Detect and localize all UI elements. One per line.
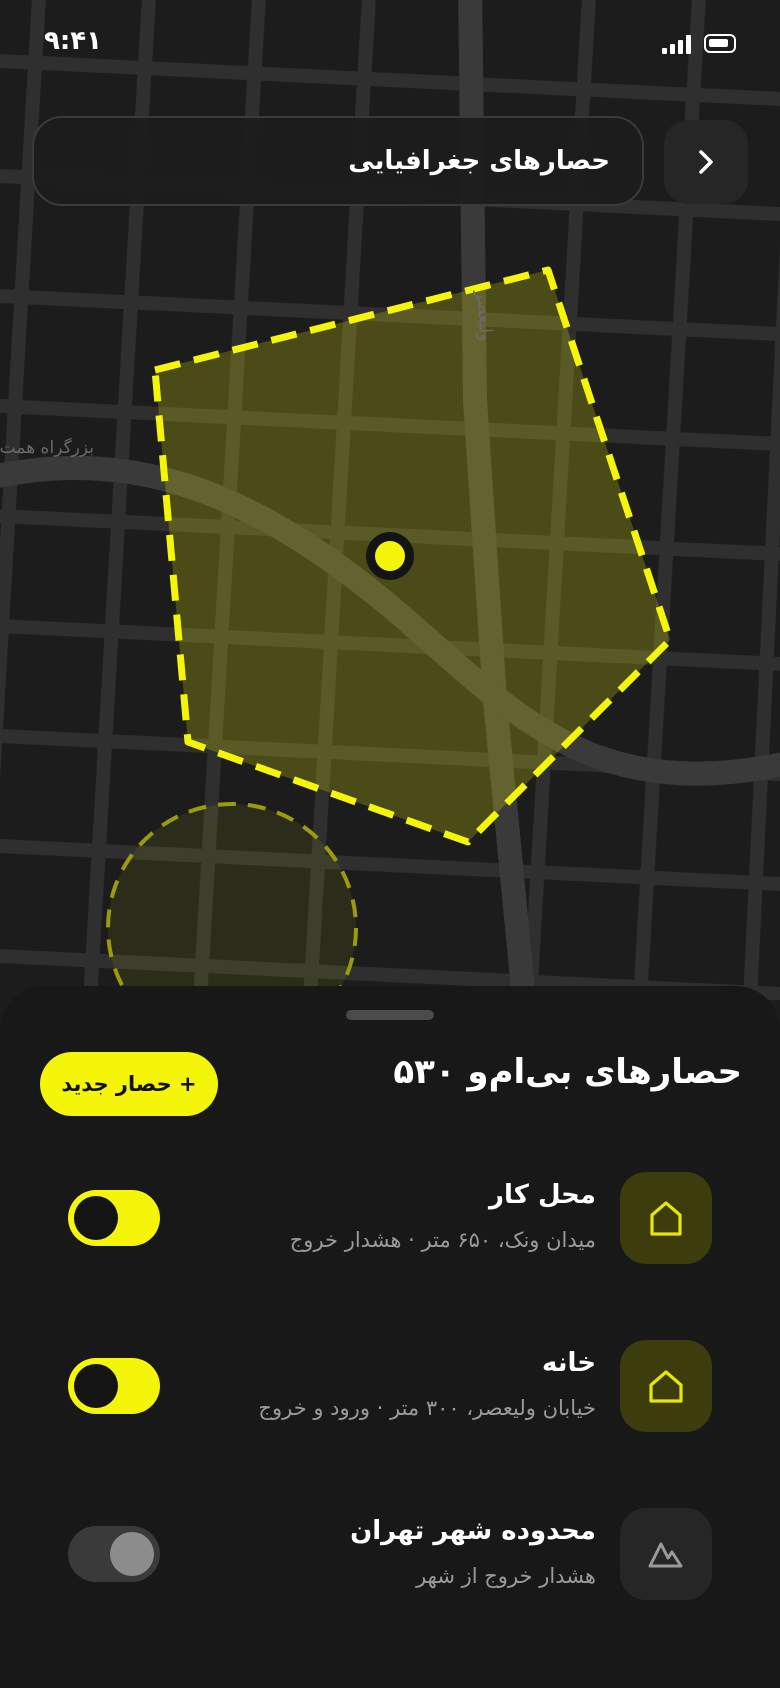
fence-icon-container <box>620 1172 712 1264</box>
sheet-title: حصارهای بی‌ام‌و ۵۳۰ <box>393 1052 742 1092</box>
fence-item-work[interactable]: محل کار میدان ونک، ۶۵۰ متر · هشدار خروج <box>0 1172 780 1272</box>
fence-name: محل کار <box>489 1180 596 1210</box>
fence-icon-container <box>620 1508 712 1600</box>
back-button[interactable] <box>664 120 748 204</box>
bottom-sheet: حصارهای بی‌ام‌و ۵۳۰ + حصار جدید محل کار … <box>0 986 780 1688</box>
fence-icon-container <box>620 1340 712 1432</box>
home-icon <box>650 1201 682 1236</box>
street-label-valiasr: ولیعصر <box>472 290 496 343</box>
fence-details: هشدار خروج از شهر <box>416 1564 596 1588</box>
header-bar: حصارهای جغرافیایی <box>32 116 644 206</box>
fence-details: خیابان ولیعصر، ۳۰۰ متر · ورود و خروج <box>258 1396 596 1420</box>
fence-toggle-home[interactable] <box>68 1358 160 1414</box>
fence-details: میدان ونک، ۶۵۰ متر · هشدار خروج <box>289 1228 596 1252</box>
fence-toggle-work[interactable] <box>68 1190 160 1246</box>
signal-icon <box>662 34 691 54</box>
fence-toggle-tehran[interactable] <box>68 1526 160 1582</box>
new-fence-button[interactable]: + حصار جدید <box>40 1052 218 1116</box>
fence-name: خانه <box>541 1348 596 1378</box>
sheet-drag-handle[interactable] <box>346 1010 434 1020</box>
mountain-icon <box>648 1542 683 1568</box>
fence-item-home[interactable]: خانه خیابان ولیعصر، ۳۰۰ متر · ورود و خرو… <box>0 1340 780 1440</box>
street-label-hemmat: بزرگراه همت <box>0 438 94 458</box>
battery-icon <box>704 34 736 53</box>
fence-name: محدوده شهر تهران <box>350 1516 596 1546</box>
page-title: حصارهای جغرافیایی <box>348 146 610 176</box>
status-bar: ۹:۴۱ <box>0 0 780 90</box>
screen: بزرگراه همت ولیعصر ۹:۴۱ حصارهای جغرافیای… <box>0 0 780 1688</box>
toggle-knob <box>74 1364 118 1408</box>
status-time: ۹:۴۱ <box>44 26 103 56</box>
toggle-knob <box>110 1532 154 1576</box>
chevron-right-icon <box>699 150 713 174</box>
fence-item-tehran[interactable]: محدوده شهر تهران هشدار خروج از شهر <box>0 1508 780 1608</box>
car-location-dot <box>375 541 405 571</box>
toggle-knob <box>74 1196 118 1240</box>
home-icon <box>649 1370 683 1403</box>
